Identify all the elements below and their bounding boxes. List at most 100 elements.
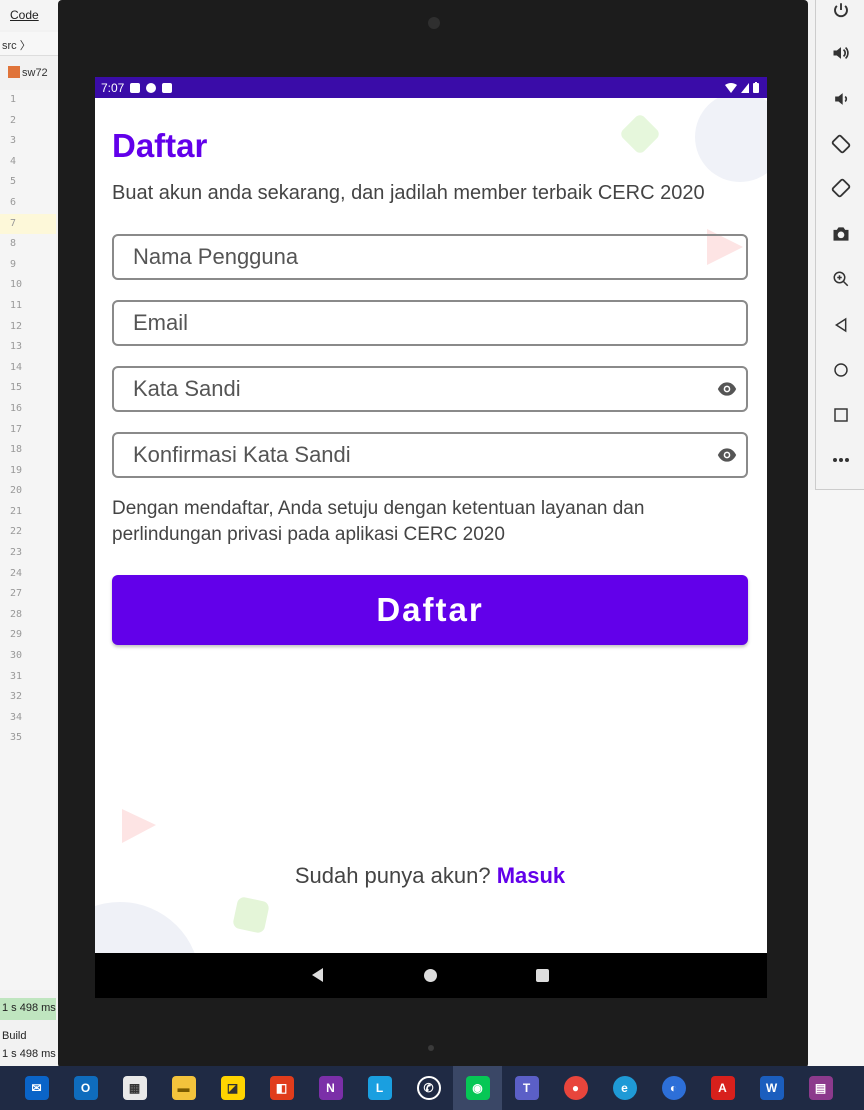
more-icon[interactable] <box>816 440 864 480</box>
username-placeholder: Nama Pengguna <box>133 244 299 269</box>
confirm-password-placeholder: Konfirmasi Kata Sandi <box>133 442 351 467</box>
login-link[interactable]: Masuk <box>497 863 565 888</box>
mail-icon[interactable]: ✉ <box>12 1066 61 1110</box>
signal-icon <box>741 82 749 93</box>
confirm-password-field[interactable]: Konfirmasi Kata Sandi <box>112 432 748 478</box>
home-icon[interactable] <box>816 350 864 390</box>
line-desktop-icon[interactable]: L <box>355 1066 404 1110</box>
front-camera <box>428 17 440 29</box>
ide-menu-code[interactable]: Code <box>0 0 60 30</box>
rotate-left-icon[interactable] <box>816 124 864 164</box>
line-number: 19 <box>10 464 23 476</box>
line-number: 14 <box>10 361 23 373</box>
windows-taskbar: ✉ O ▦ ▬ ◪ ◧ N L ✆ ◉ T ● e ◐ A W ▤ <box>0 1066 864 1110</box>
globe-icon[interactable]: ◐ <box>649 1066 698 1110</box>
rotate-right-icon[interactable] <box>816 168 864 208</box>
wifi-icon <box>725 82 737 93</box>
back-icon[interactable] <box>816 305 864 345</box>
password-field[interactable]: Kata Sandi <box>112 366 748 412</box>
line-number: 5 <box>10 176 17 188</box>
store-icon[interactable]: ▦ <box>110 1066 159 1110</box>
line-number: 28 <box>10 608 23 620</box>
ide-build-time: 1 s 498 ms <box>2 1048 56 1060</box>
nav-recents-icon[interactable] <box>536 969 549 982</box>
username-field[interactable]: Nama Pengguna <box>112 234 748 280</box>
line-number: 13 <box>10 341 23 353</box>
page-title: Daftar <box>112 127 208 164</box>
line-number: 21 <box>10 505 23 517</box>
line-number: 9 <box>10 258 17 270</box>
line-number-gutter: 1 2 3 4 5 6 7 8 9 10 11 12 13 14 15 16 17 18 19 20 21 22 23 24 2… <box>0 90 56 990</box>
line-number: 35 <box>10 732 23 744</box>
outlook-icon[interactable]: O <box>61 1066 110 1110</box>
decor-circle-top <box>695 97 767 182</box>
register-button[interactable]: Daftar <box>112 575 748 645</box>
line-number: 8 <box>10 238 17 250</box>
line-number: 12 <box>10 320 23 332</box>
notification-a-icon <box>130 82 141 93</box>
password-visibility-icon[interactable] <box>717 379 737 399</box>
ide-status-time: 1 s 498 ms <box>0 998 56 1020</box>
notification-p-icon <box>146 82 157 93</box>
line-icon[interactable]: ◉ <box>453 1066 502 1110</box>
login-prompt: Sudah punya akun? Masuk <box>112 863 748 889</box>
emulator-toolbar <box>815 0 864 490</box>
decor-triangle-bottom <box>122 809 156 843</box>
password-placeholder: Kata Sandi <box>133 376 241 401</box>
line-number: 6 <box>10 196 17 208</box>
decor-diamond-top <box>621 115 659 153</box>
line-number: 34 <box>10 711 23 723</box>
volume-down-icon[interactable] <box>816 79 864 119</box>
ide-breadcrumb[interactable]: src 〉 <box>0 32 60 56</box>
volume-up-icon[interactable] <box>816 33 864 73</box>
line-number: 11 <box>10 299 23 311</box>
line-number: 10 <box>10 279 23 291</box>
chrome-icon[interactable]: ● <box>551 1066 600 1110</box>
nav-back-icon[interactable] <box>312 968 323 982</box>
line-number: 22 <box>10 526 23 538</box>
sd-card-icon <box>162 82 173 93</box>
ide-file-tab[interactable]: sw72 <box>0 62 60 84</box>
line-number: 30 <box>10 650 23 662</box>
line-number: 1 <box>10 94 17 105</box>
xml-file-icon <box>8 66 20 78</box>
line-number: 15 <box>10 382 23 394</box>
sticky-notes-icon[interactable]: ◪ <box>208 1066 257 1110</box>
battery-icon <box>753 82 759 93</box>
word-icon[interactable]: W <box>747 1066 796 1110</box>
acrobat-icon[interactable]: A <box>698 1066 747 1110</box>
decor-circle-bottom <box>95 902 196 957</box>
line-number: 17 <box>10 423 23 435</box>
power-icon[interactable] <box>816 0 864 30</box>
android-nav-bar <box>95 953 767 998</box>
camera-icon[interactable] <box>816 214 864 254</box>
confirm-visibility-icon[interactable] <box>717 445 737 465</box>
overview-icon[interactable] <box>816 395 864 435</box>
line-number: 7 <box>0 213 56 235</box>
line-number: 29 <box>10 629 23 641</box>
page-subtitle: Buat akun anda sekarang, dan jadilah mem… <box>112 182 705 204</box>
teams-icon[interactable]: T <box>502 1066 551 1110</box>
winrar-icon[interactable]: ▤ <box>796 1066 845 1110</box>
line-number: 20 <box>10 485 23 497</box>
onenote-icon[interactable]: N <box>306 1066 355 1110</box>
file-explorer-icon[interactable]: ▬ <box>159 1066 208 1110</box>
device-sensor <box>428 1045 434 1051</box>
email-field[interactable]: Email <box>112 300 748 346</box>
line-number: 18 <box>10 444 23 456</box>
zoom-icon[interactable] <box>816 259 864 299</box>
decor-diamond-bottom <box>233 897 269 933</box>
line-number: 23 <box>10 547 23 559</box>
whatsapp-icon[interactable]: ✆ <box>404 1066 453 1110</box>
login-prompt-text: Sudah punya akun? <box>294 863 491 888</box>
edge-icon[interactable]: e <box>600 1066 649 1110</box>
line-number: 3 <box>10 135 17 147</box>
line-number: 2 <box>10 114 17 126</box>
ide-right-panel <box>808 490 864 1066</box>
ide-build-label[interactable]: Build <box>0 1030 56 1046</box>
nav-home-icon[interactable] <box>424 969 437 982</box>
terms-text: Dengan mendaftar, Anda setuju dengan ket… <box>112 498 645 545</box>
line-number: 27 <box>10 588 23 600</box>
android-status-bar: 7:07 <box>95 77 767 98</box>
office-icon[interactable]: ◧ <box>257 1066 306 1110</box>
